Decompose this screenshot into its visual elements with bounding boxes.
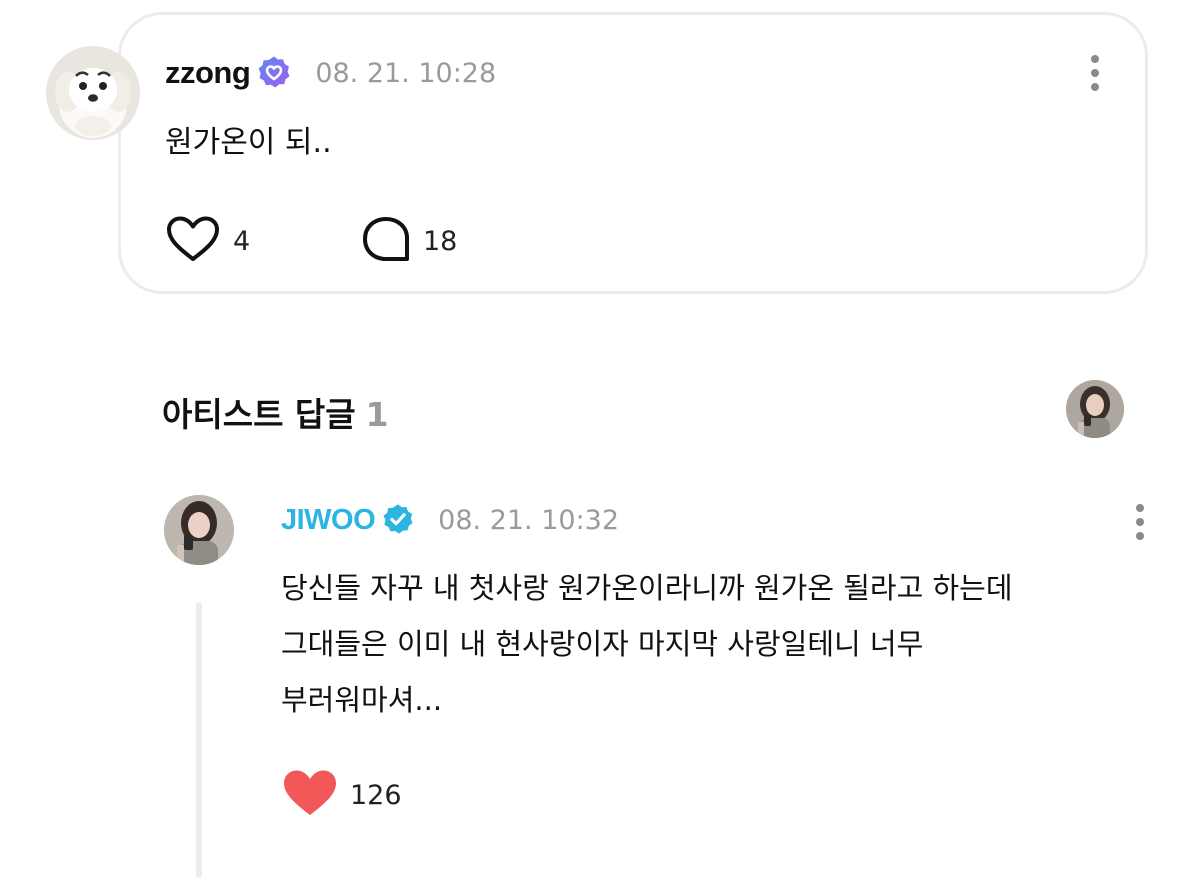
heart-filled-icon <box>282 768 338 822</box>
reply-like-button[interactable]: 126 <box>282 768 402 822</box>
post-timestamp: 08. 21. 10:28 <box>315 57 497 89</box>
post-username[interactable]: zzong <box>165 55 251 91</box>
artist-photo-image <box>1066 380 1124 438</box>
kebab-dot <box>1136 532 1144 540</box>
post-card[interactable]: zzong 08. 21. 10:28 원가온이 되.. 4 18 <box>118 12 1148 294</box>
reply-artist-avatar[interactable] <box>164 495 234 565</box>
post-text: 원가온이 되.. <box>165 125 332 160</box>
reply-text-line: 그대들은 이미 내 현사랑이자 마지막 사랑일테니 너무 <box>281 627 924 661</box>
reply-text-line: 당신들 자꾸 내 첫사랑 원가온이라니까 원가온 될라고 하는데 <box>281 571 1013 605</box>
kebab-dot <box>1091 55 1099 63</box>
kebab-dot <box>1091 83 1099 91</box>
post-more-vertical-icon[interactable] <box>1083 53 1107 93</box>
speech-bubble-icon <box>361 215 411 267</box>
post-avatar[interactable] <box>46 46 140 140</box>
post-like-count: 4 <box>233 225 251 257</box>
verified-check-badge-icon <box>382 503 414 539</box>
artist-header-avatar[interactable] <box>1066 380 1124 438</box>
reply-timestamp: 08. 21. 10:32 <box>438 504 620 536</box>
post-comment-count: 18 <box>423 225 458 257</box>
post-like-button[interactable]: 4 <box>165 215 250 267</box>
fan-post-page: zzong 08. 21. 10:28 원가온이 되.. 4 18 아티스트 답… <box>0 0 1200 878</box>
reply-text: 당신들 자꾸 내 첫사랑 원가온이라니까 원가온 될라고 하는데 그대들은 이미… <box>281 560 1141 728</box>
kebab-dot <box>1136 504 1144 512</box>
artist-photo-image <box>164 495 234 565</box>
heart-outline-icon <box>165 215 221 267</box>
artist-replies-title: 아티스트 답글 <box>162 395 356 434</box>
kebab-dot <box>1091 69 1099 77</box>
reply-author-row: JIWOO 08. 21. 10:32 <box>281 500 619 540</box>
reply-text-line: 부러워마셔... <box>281 683 443 717</box>
reply-more-vertical-icon[interactable] <box>1128 502 1152 542</box>
verified-heart-badge-icon <box>257 55 291 93</box>
reply-artist-name[interactable]: JIWOO <box>281 504 376 537</box>
artist-replies-heading: 아티스트 답글 1 <box>162 388 389 436</box>
dog-avatar-image <box>46 46 140 140</box>
artist-replies-count: 1 <box>365 395 389 434</box>
kebab-dot <box>1136 518 1144 526</box>
reply-like-count: 126 <box>350 779 402 811</box>
post-comment-button[interactable]: 18 <box>361 215 457 267</box>
thread-connector-line <box>196 602 202 878</box>
post-author-row: zzong 08. 21. 10:28 <box>165 53 496 93</box>
